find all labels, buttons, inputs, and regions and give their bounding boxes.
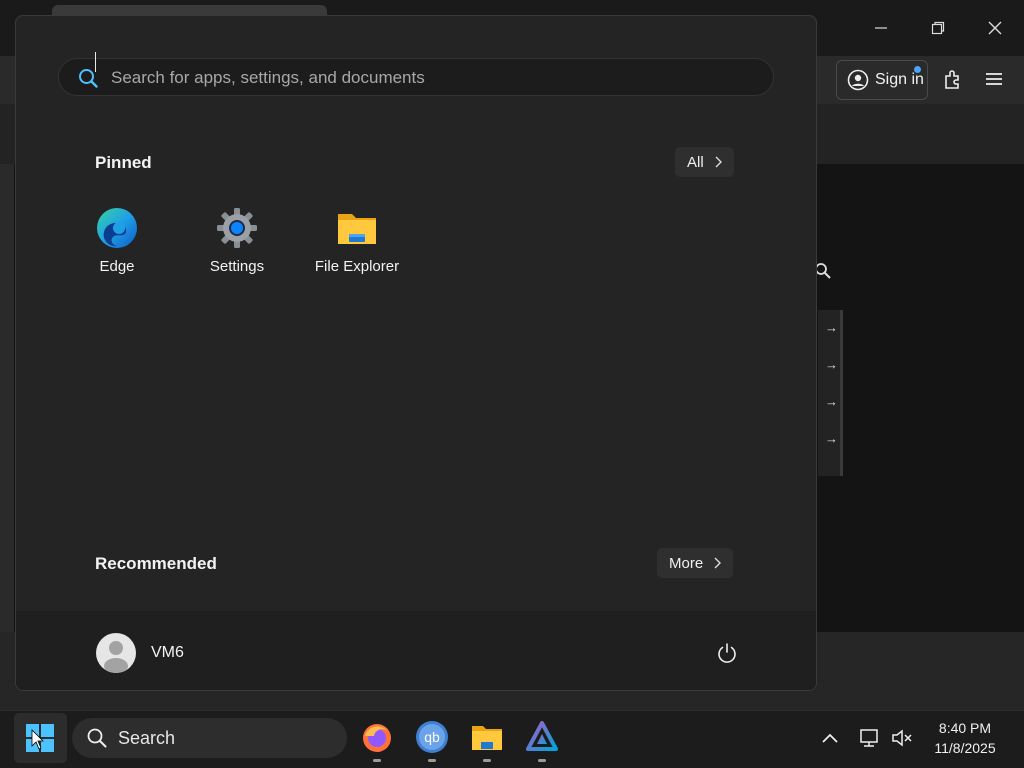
arrow-right-icon[interactable]: → (825, 394, 838, 409)
clock-time: 8:40 PM (938, 720, 992, 736)
start-menu-footer (16, 611, 816, 690)
edge-icon (95, 206, 139, 250)
close-icon[interactable] (980, 14, 1010, 42)
all-apps-button[interactable]: All (675, 147, 734, 177)
app-running-indicator (538, 759, 546, 762)
pinned-app-edge[interactable]: Edge (57, 206, 177, 275)
pinned-app-settings[interactable]: Settings (177, 206, 297, 275)
pinned-app-file-explorer[interactable]: File Explorer (297, 206, 417, 275)
chevron-right-icon (715, 156, 722, 168)
chevron-up-icon[interactable] (818, 726, 842, 750)
sign-in-label: Sign in (875, 71, 924, 88)
start-button[interactable] (14, 713, 67, 763)
text-caret (95, 52, 96, 72)
taskbar-clock[interactable]: 8:40 PM 11/8/2025 (920, 718, 1010, 758)
search-icon (87, 728, 107, 748)
power-icon[interactable] (712, 638, 742, 668)
pinned-app-label: Edge (99, 258, 135, 275)
firefox-icon[interactable] (360, 720, 394, 754)
volume-muted-icon[interactable] (890, 726, 914, 750)
arrow-right-icon[interactable]: → (825, 320, 838, 335)
minimize-icon[interactable] (866, 14, 896, 42)
arrow-right-icon[interactable]: → (825, 357, 838, 372)
recommended-heading: Recommended (95, 554, 217, 573)
app-running-indicator (373, 759, 381, 762)
more-label: More (669, 554, 704, 572)
windows-logo-icon (26, 724, 54, 752)
file-explorer-icon[interactable] (470, 720, 504, 754)
svg-text:qb: qb (424, 729, 440, 745)
taskbar-search[interactable]: Search (72, 718, 347, 758)
extensions-icon[interactable] (940, 66, 966, 92)
start-menu: Pinned All Edge (15, 15, 817, 691)
start-search-box[interactable] (58, 58, 774, 97)
all-apps-label: All (687, 153, 704, 171)
pinned-heading: Pinned (95, 153, 152, 172)
folder-icon (335, 206, 379, 250)
clock-date: 11/8/2025 (934, 740, 996, 756)
jellyfin-icon[interactable] (525, 720, 559, 754)
more-button[interactable]: More (657, 548, 734, 578)
browser-content-edge (0, 164, 14, 632)
settings-gear-icon (215, 206, 259, 250)
user-name[interactable]: VM6 (151, 644, 184, 662)
user-icon (104, 641, 128, 673)
account-icon (847, 69, 869, 91)
user-avatar[interactable] (96, 633, 136, 673)
menu-icon[interactable] (981, 66, 1007, 92)
pinned-app-label: File Explorer (314, 258, 400, 275)
chevron-right-icon (714, 557, 722, 569)
taskbar-search-label: Search (118, 727, 176, 748)
notification-dot (914, 66, 921, 73)
start-search-input[interactable] (109, 59, 753, 97)
network-icon[interactable] (858, 726, 882, 750)
app-running-indicator (428, 759, 436, 762)
qbittorrent-icon[interactable]: qb (415, 720, 449, 754)
restore-icon[interactable] (923, 14, 953, 42)
pinned-app-label: Settings (209, 258, 265, 275)
app-running-indicator (483, 759, 491, 762)
arrow-right-icon[interactable]: → (825, 431, 838, 446)
